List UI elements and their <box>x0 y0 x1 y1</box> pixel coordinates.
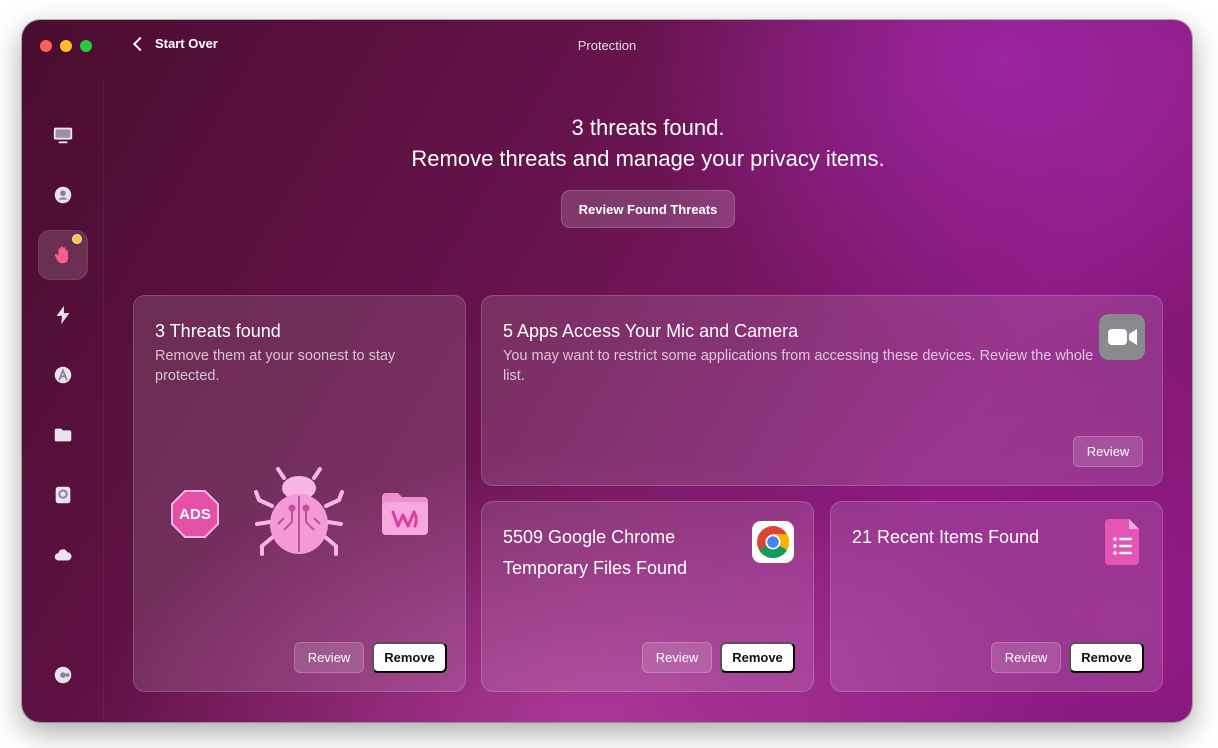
chrome-remove-button[interactable]: Remove <box>720 642 795 673</box>
assistant-icon <box>54 666 72 684</box>
threats-card: 3 Threats found Remove them at your soon… <box>133 295 466 692</box>
sidebar-item-applications[interactable] <box>38 350 88 400</box>
sidebar-item-performance[interactable] <box>38 290 88 340</box>
monitor-icon <box>53 127 73 144</box>
hand-icon <box>54 246 68 264</box>
chrome-review-button[interactable]: Review <box>642 642 712 673</box>
applications-icon <box>54 366 72 384</box>
app-window: Start Over Protection 3 threats found. R… <box>22 20 1192 722</box>
recent-items-document-icon <box>1105 519 1139 565</box>
sidebar-item-cloud[interactable] <box>38 530 88 580</box>
notification-badge <box>72 234 82 244</box>
sidebar-item-space-lens[interactable] <box>38 470 88 520</box>
recent-items-review-button[interactable]: Review <box>991 642 1061 673</box>
sidebar-item-my-clutter[interactable] <box>38 410 88 460</box>
chrome-files-card: 5509 Google Chrome Temporary Files Found… <box>481 501 814 692</box>
mic-camera-card: 5 Apps Access Your Mic and Camera You ma… <box>481 295 1163 486</box>
threats-card-description: Remove them at your soonest to stay prot… <box>155 348 396 384</box>
malware-folder-icon <box>382 493 428 535</box>
cloud-icon <box>54 549 72 561</box>
privacy-shield-icon <box>54 186 72 204</box>
sidebar-item-assistant[interactable] <box>38 650 88 700</box>
recent-items-card-title: 21 Recent Items Found <box>852 527 1040 547</box>
sidebar-item-cleanup[interactable] <box>38 170 88 220</box>
bug-icon <box>254 467 344 556</box>
facetime-camera-icon <box>1099 314 1145 360</box>
recent-items-card: 21 Recent Items Found Review Remove <box>830 501 1163 692</box>
mic-camera-card-description: You may want to restrict some applicatio… <box>503 348 1094 384</box>
lightning-icon <box>56 305 70 325</box>
sidebar-item-protection[interactable] <box>38 230 88 280</box>
hero-section: 3 threats found. Remove threats and mana… <box>104 112 1192 228</box>
recent-items-remove-button[interactable]: Remove <box>1069 642 1144 673</box>
chrome-card-title-line1: 5509 Google Chrome <box>503 527 676 547</box>
review-found-threats-button[interactable]: Review Found Threats <box>561 190 735 228</box>
mic-camera-review-button[interactable]: Review <box>1073 436 1143 467</box>
hero-headline: 3 threats found. <box>571 115 725 140</box>
threats-review-button[interactable]: Review <box>294 642 364 673</box>
hero-subheadline: Remove threats and manage your privacy i… <box>411 146 885 171</box>
threats-remove-button[interactable]: Remove <box>372 642 447 673</box>
threats-card-title: 3 Threats found <box>155 321 281 341</box>
ads-label: ADS <box>179 506 211 523</box>
google-chrome-icon <box>752 521 794 563</box>
folder-icon <box>54 428 72 442</box>
disk-icon <box>55 486 71 504</box>
chrome-card-title-line2: Temporary Files Found <box>503 558 688 578</box>
window-title: Protection <box>577 38 637 53</box>
ads-octagon-icon: ADS <box>171 490 219 538</box>
sidebar <box>22 80 104 720</box>
mic-camera-card-title: 5 Apps Access Your Mic and Camera <box>503 321 799 341</box>
sidebar-item-smart-scan[interactable] <box>38 110 88 160</box>
